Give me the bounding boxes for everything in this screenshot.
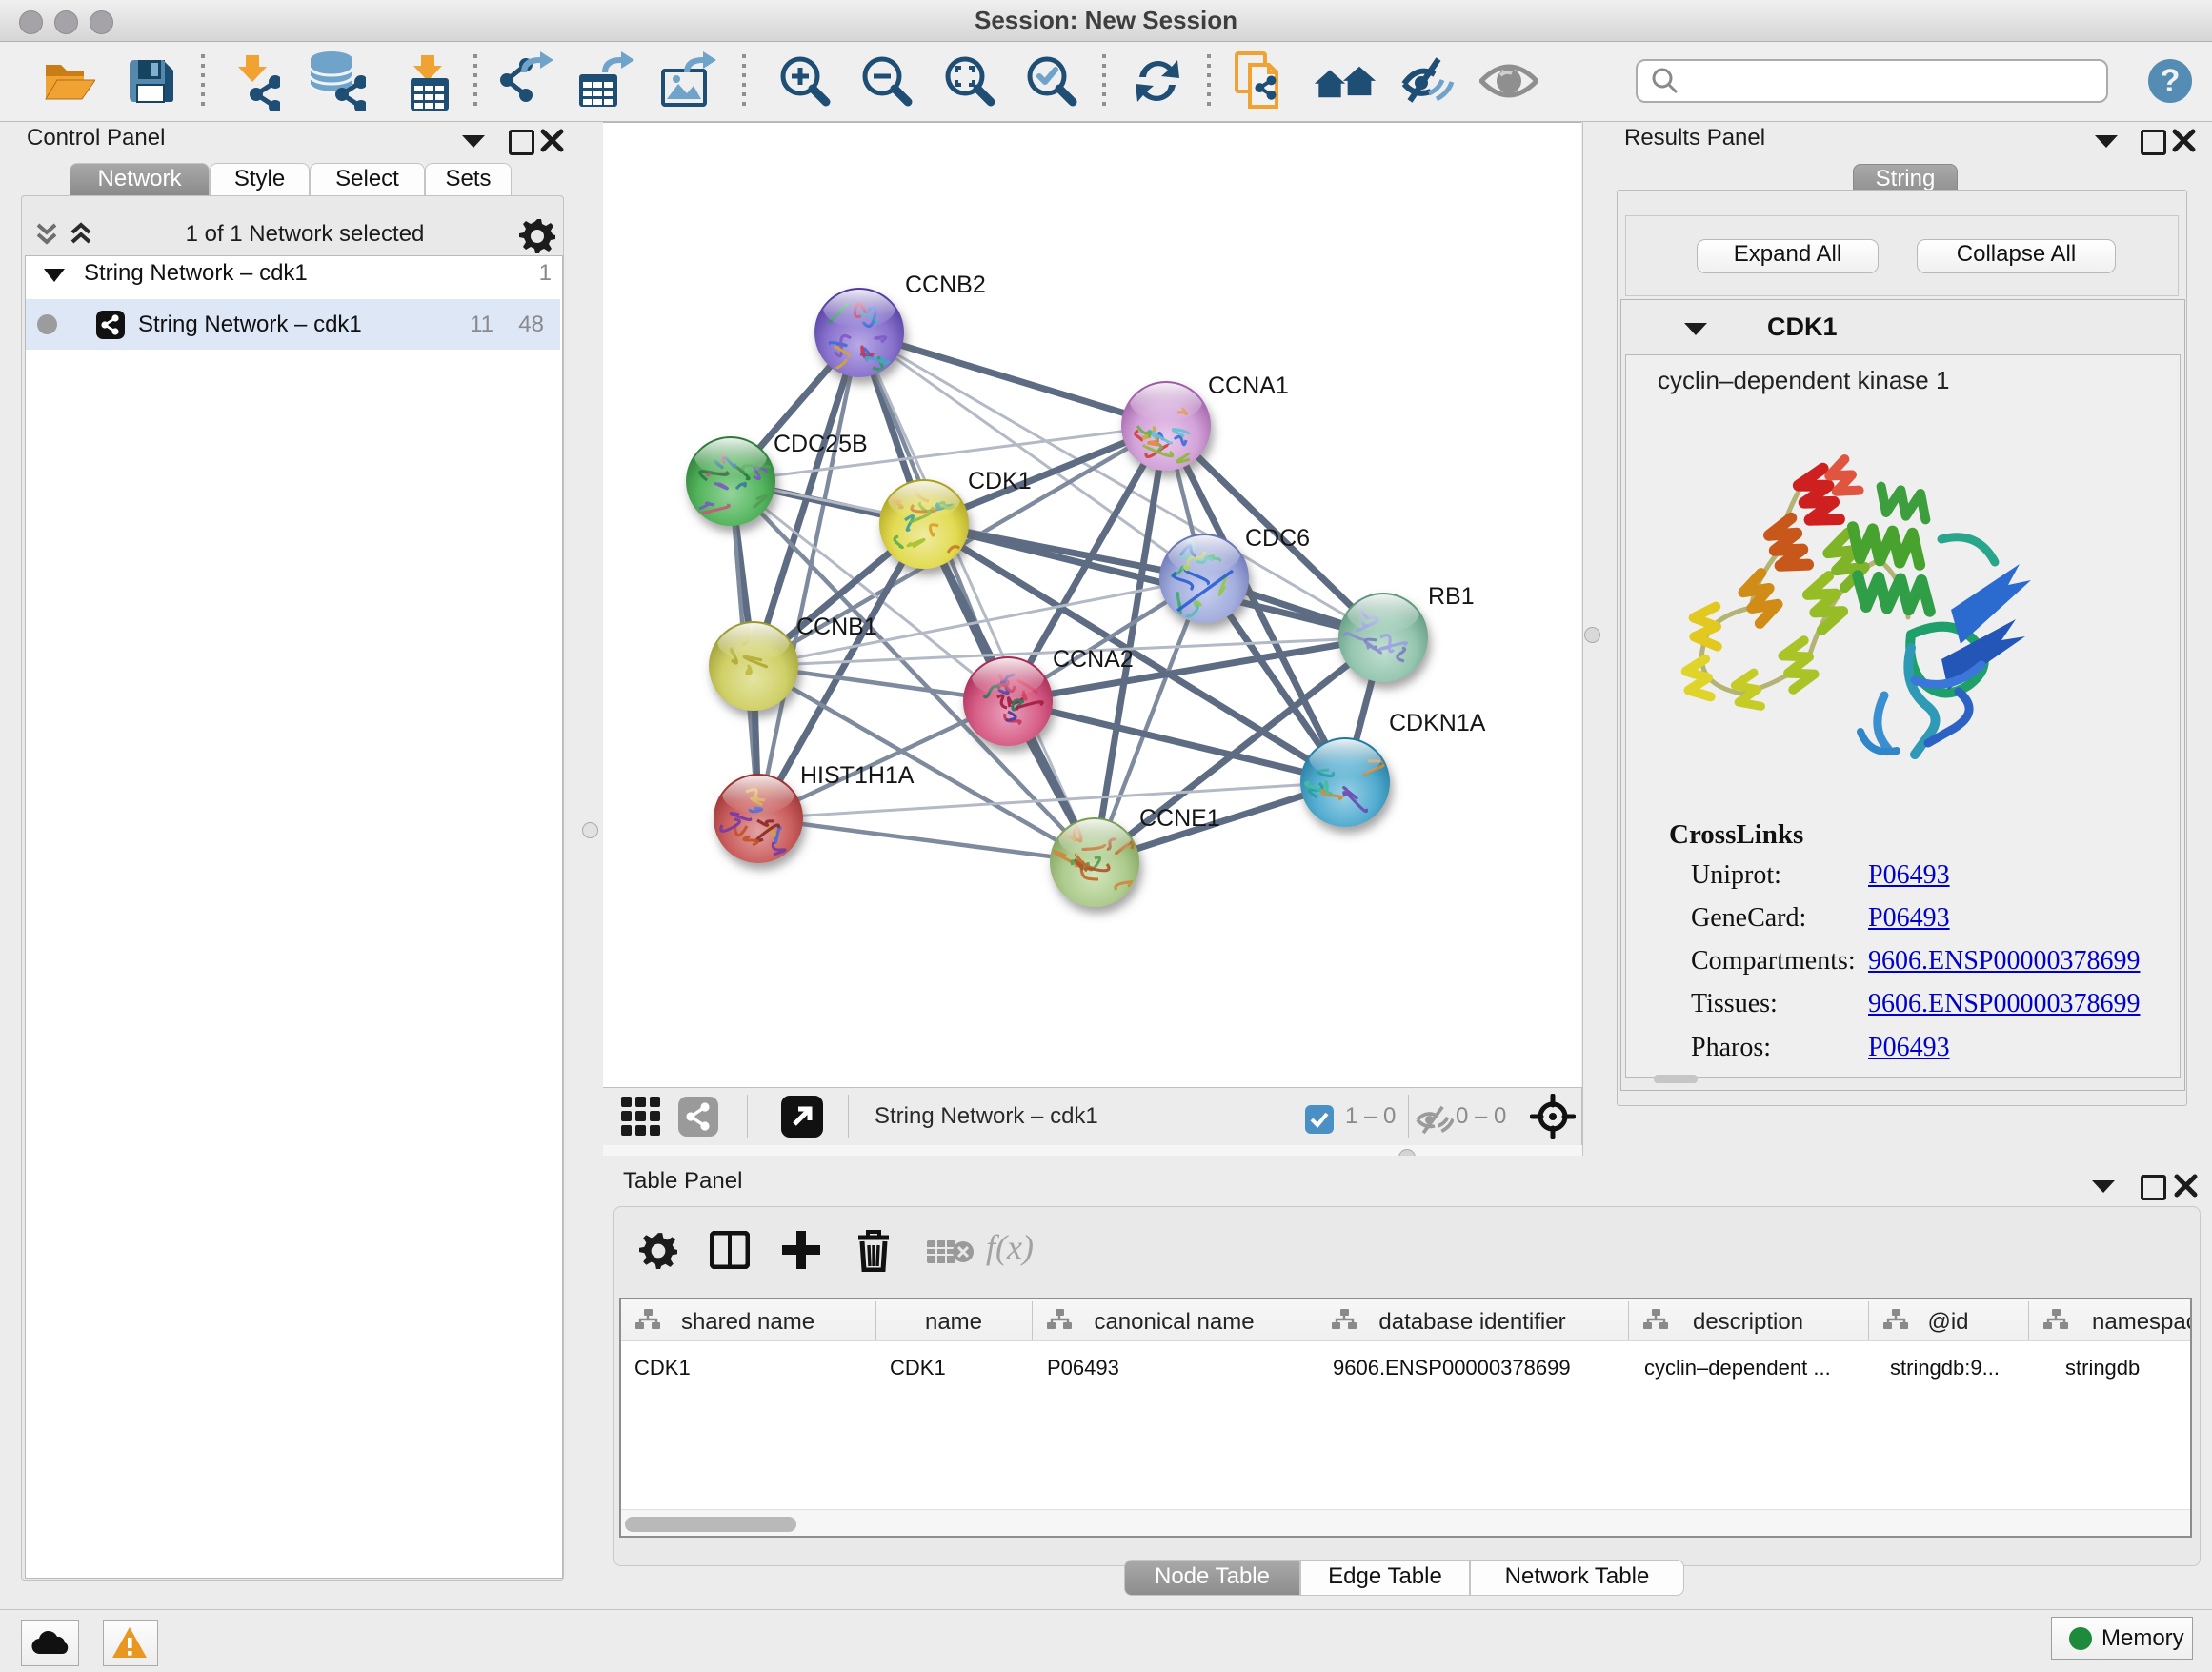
svg-text:CCNB1: CCNB1 [796,614,877,640]
svg-text:CDK1: CDK1 [968,468,1032,494]
svg-text:CCNA1: CCNA1 [1208,373,1289,399]
svg-text:CDKN1A: CDKN1A [1389,710,1486,736]
svg-text:CCNE1: CCNE1 [1139,805,1220,832]
svg-text:CCNB2: CCNB2 [905,272,986,298]
svg-text:CDC25B: CDC25B [774,431,868,457]
svg-text:CCNA2: CCNA2 [1053,646,1134,673]
svg-text:RB1: RB1 [1428,583,1475,610]
svg-text:HIST1H1A: HIST1H1A [800,762,915,789]
svg-text:CDC6: CDC6 [1245,525,1310,552]
